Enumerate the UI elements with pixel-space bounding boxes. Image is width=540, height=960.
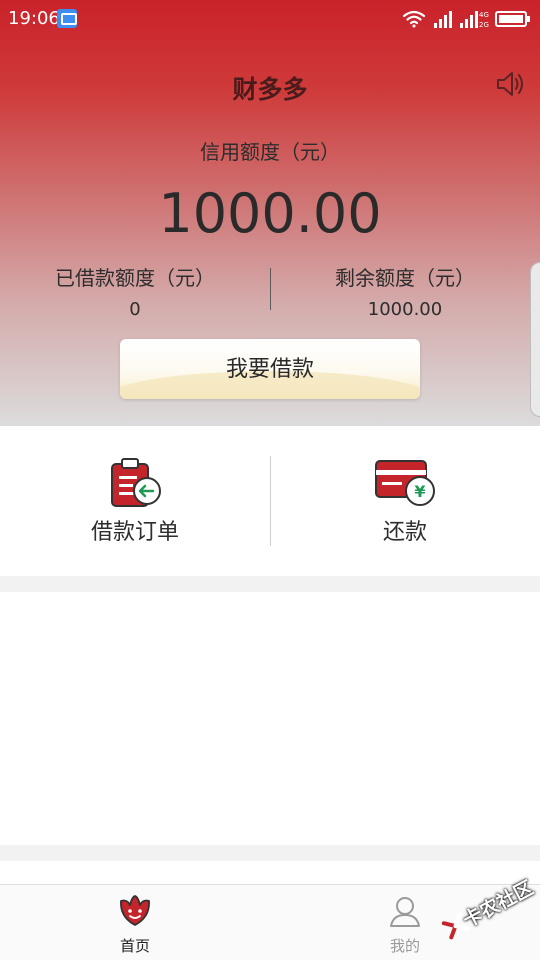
yuan-symbol: ¥ [414, 482, 425, 501]
user-icon [390, 897, 420, 927]
status-bar: 19:06 4G 2G [0, 0, 540, 38]
borrowed-amount-value: 0 [129, 299, 141, 320]
borrowed-amount-stat: 已借款额度（元） 0 [0, 262, 270, 320]
content-area-lower [0, 861, 540, 884]
dual-signal-4g-2g-icon: 4G 2G [460, 11, 489, 29]
network-4g-label: 4G [479, 11, 489, 19]
clipboard-order-icon [111, 458, 161, 507]
status-icons: 4G 2G [402, 10, 530, 29]
battery-icon [495, 11, 530, 27]
borrow-button[interactable]: 我要借款 [120, 339, 420, 399]
signal-icon [434, 11, 452, 28]
tulip-home-icon [120, 895, 150, 926]
status-time: 19:06 [8, 8, 60, 29]
repay-button[interactable]: ¥ 还款 [270, 426, 540, 576]
credit-limit-amount: 1000.00 [158, 182, 382, 245]
action-panel: 借款订单 ¥ 还款 [0, 426, 540, 576]
remaining-amount-label: 剩余额度（元） [335, 266, 475, 290]
content-area [0, 592, 540, 845]
app-title: 财多多 [232, 75, 308, 104]
nav-home[interactable]: 首页 [0, 885, 270, 960]
remaining-amount-stat: 剩余额度（元） 1000.00 [270, 262, 540, 320]
wifi-icon [402, 10, 426, 28]
loan-orders-button[interactable]: 借款订单 [0, 426, 270, 576]
remaining-amount-value: 1000.00 [367, 299, 443, 320]
side-drawer-handle[interactable] [530, 262, 540, 417]
borrowed-amount-label: 已借款额度（元） [55, 266, 215, 290]
nav-home-label: 首页 [119, 937, 150, 955]
repay-label: 还款 [382, 520, 427, 545]
card-yuan-icon: ¥ [375, 460, 435, 506]
message-notification-icon [57, 9, 77, 28]
credit-limit-label: 信用额度（元） [200, 140, 340, 164]
speaker-icon[interactable] [494, 68, 526, 100]
loan-orders-label: 借款订单 [90, 520, 179, 545]
network-2g-label: 2G [479, 21, 489, 29]
borrow-button-label: 我要借款 [225, 356, 314, 381]
